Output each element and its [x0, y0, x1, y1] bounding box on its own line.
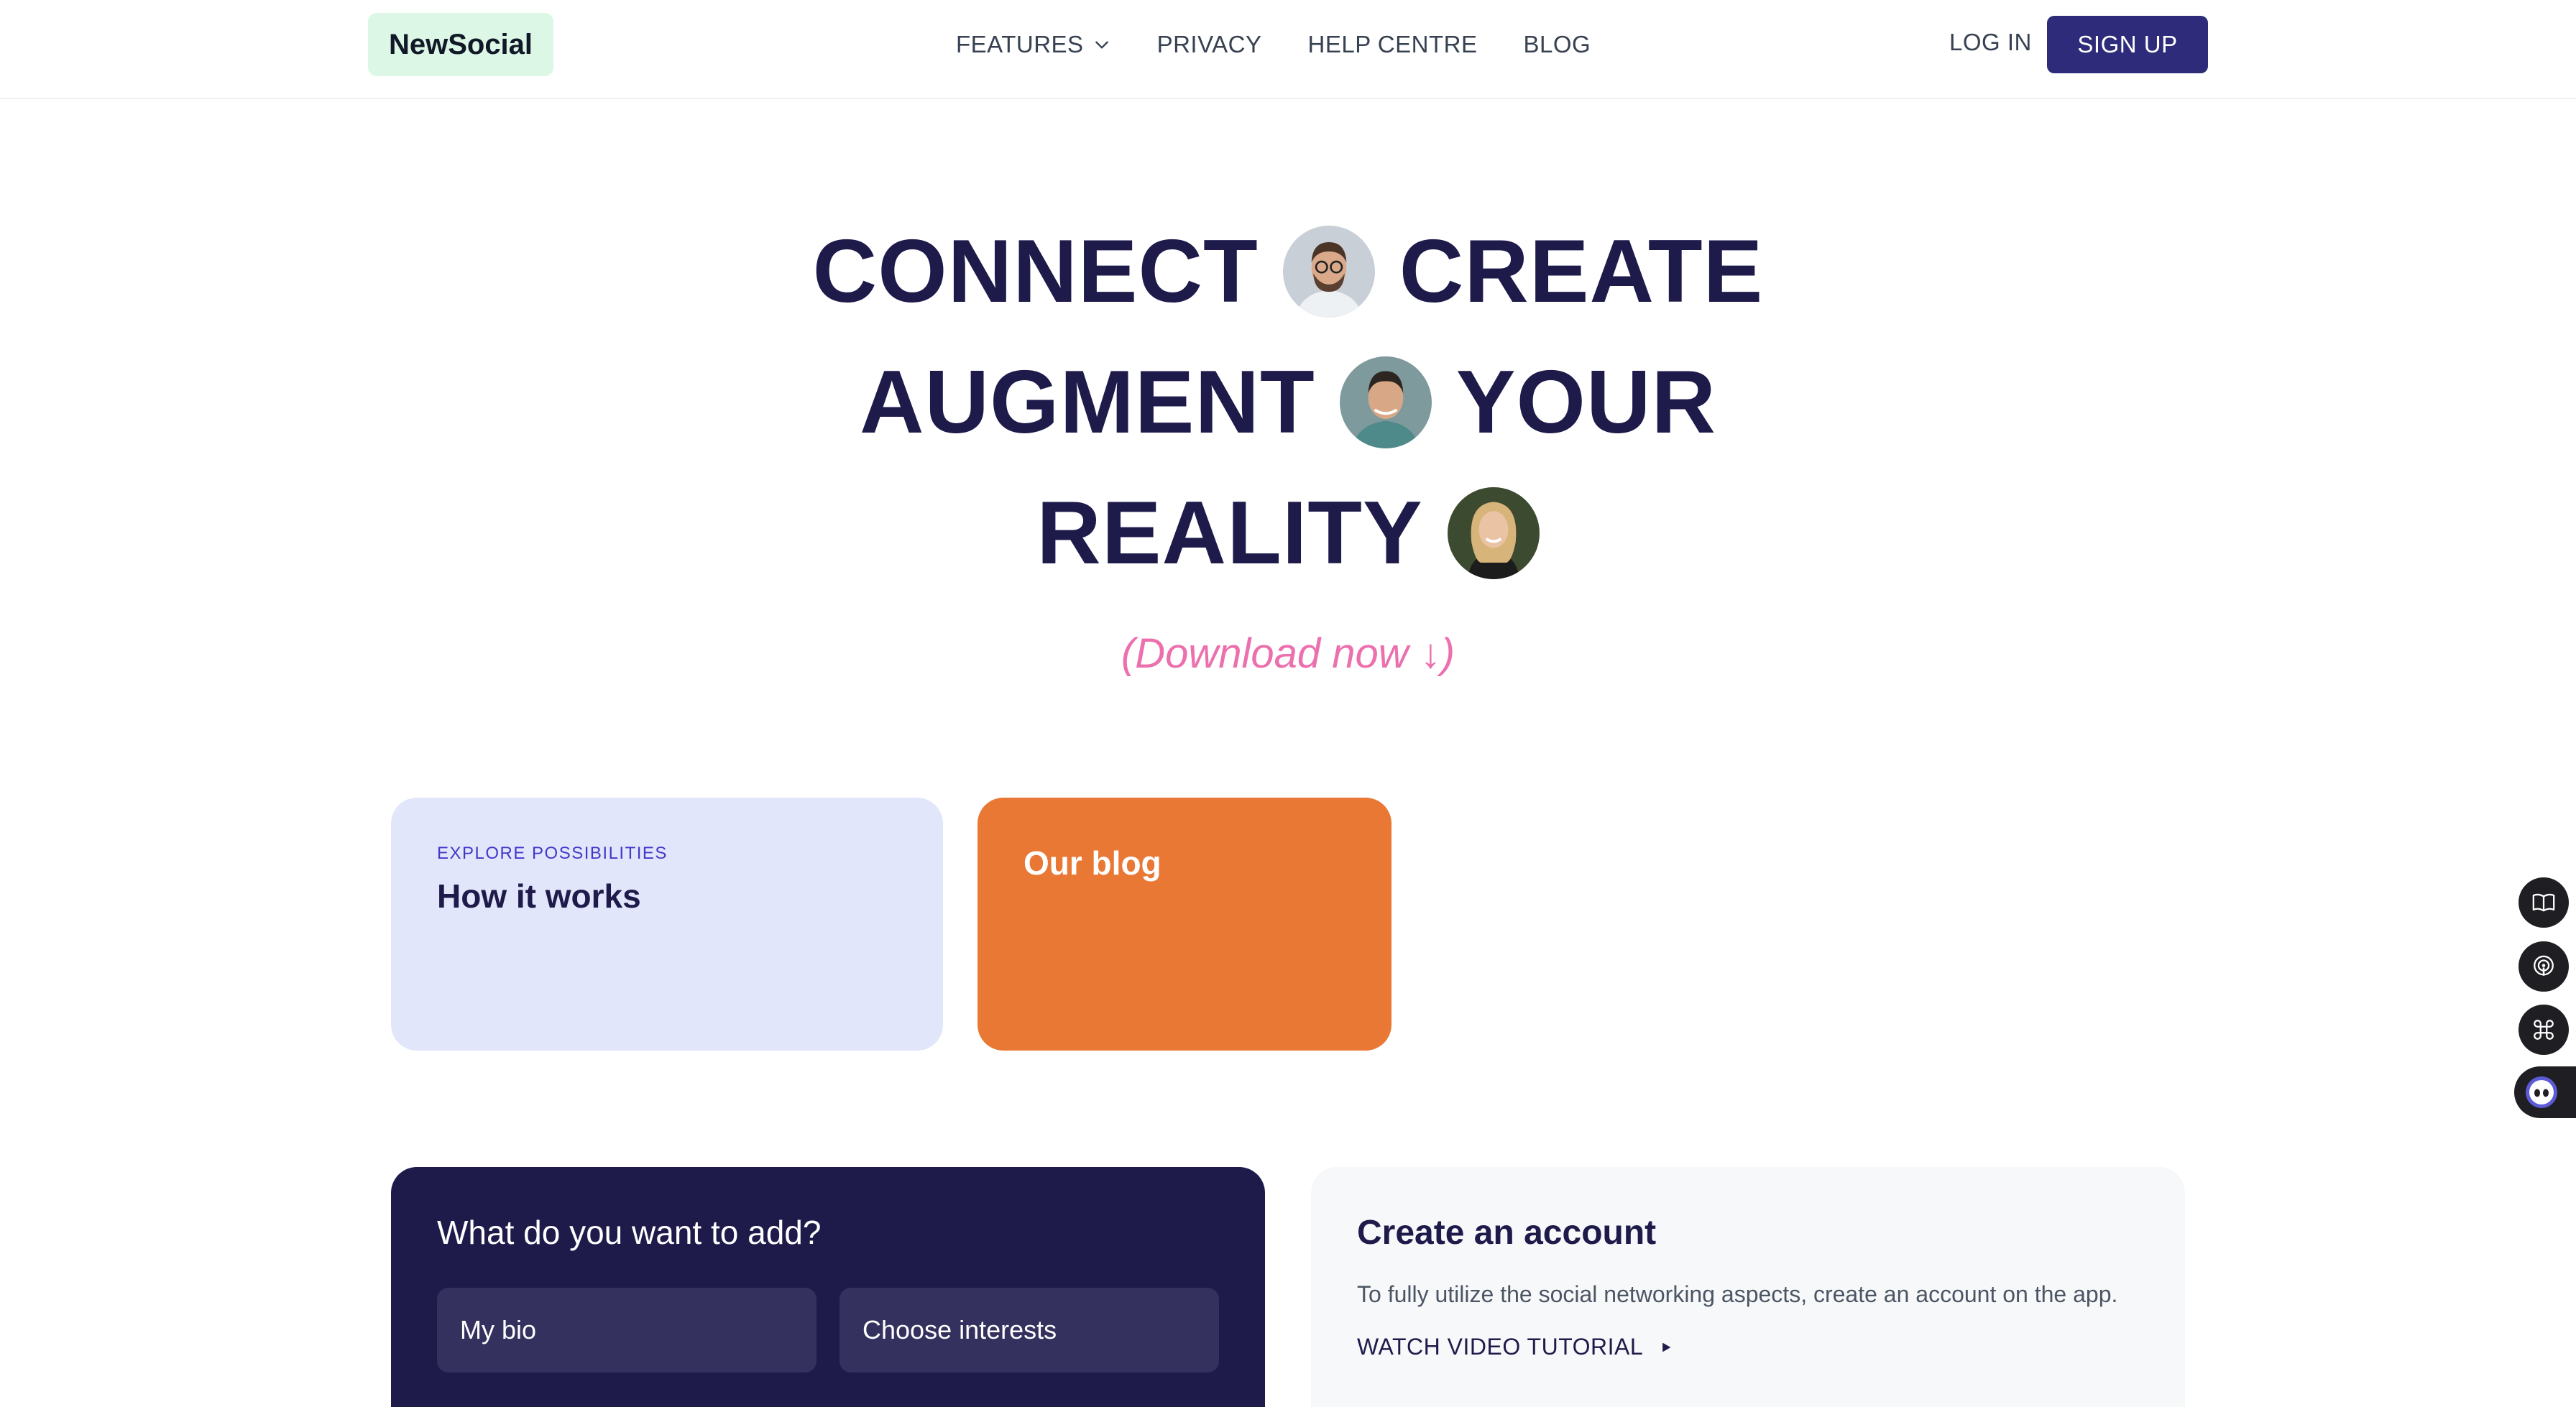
book-icon — [2532, 893, 2555, 912]
login-link[interactable]: LOG IN — [1949, 29, 2032, 56]
our-blog-card[interactable]: Our blog — [978, 798, 1392, 1051]
hero-line-2: AUGMENT YOUR — [0, 352, 2576, 453]
chevron-down-icon — [1095, 41, 1108, 49]
add-options: My bio Choose interests — [437, 1288, 1219, 1373]
side-book-button[interactable] — [2518, 877, 2569, 928]
side-podcast-button[interactable] — [2518, 941, 2569, 992]
download-link[interactable]: (Download now ↓) — [0, 629, 2576, 678]
hero-line-1: CONNECT CREATE — [0, 221, 2576, 322]
create-account-description: To fully utilize the social networking a… — [1357, 1281, 2118, 1307]
watch-video-label: WATCH VIDEO TUTORIAL — [1357, 1334, 1644, 1360]
nav-features-label: FEATURES — [956, 31, 1084, 57]
our-blog-title: Our blog — [1024, 844, 1162, 882]
brand-logo[interactable]: NewSocial — [368, 13, 553, 76]
nav-help-centre[interactable]: HELP CENTRE — [1308, 31, 1478, 58]
podcast-icon — [2534, 955, 2554, 976]
nav-blog[interactable]: BLOG — [1523, 31, 1591, 58]
avatar-man-smiling — [1339, 356, 1432, 448]
top-navigation: NewSocial FEATURES PRIVACY HELP CENTRE B… — [0, 0, 2576, 99]
hero-word-reality: REALITY — [1036, 484, 1423, 583]
create-account-panel: Create an account To fully utilize the s… — [1311, 1167, 2185, 1407]
add-panel: What do you want to add? My bio Choose i… — [391, 1167, 1265, 1407]
option-my-bio[interactable]: My bio — [437, 1288, 816, 1373]
hero-word-connect: CONNECT — [812, 222, 1259, 321]
hero-word-create: CREATE — [1399, 222, 1764, 321]
create-account-title: Create an account — [1357, 1214, 1657, 1252]
avatar-woman-blonde — [1447, 487, 1540, 579]
avatar-man-glasses — [1282, 226, 1375, 318]
how-it-works-title: How it works — [437, 877, 641, 915]
side-assistant-tab[interactable] — [2514, 1066, 2576, 1118]
hero-word-augment: AUGMENT — [859, 353, 1315, 452]
assistant-icon — [2526, 1076, 2557, 1108]
how-it-works-card[interactable]: EXPLORE POSSIBILITIES How it works — [391, 798, 943, 1051]
how-it-works-eyebrow: EXPLORE POSSIBILITIES — [437, 844, 668, 863]
play-icon — [1662, 1342, 1671, 1352]
watch-video-tutorial-link[interactable]: WATCH VIDEO TUTORIAL — [1357, 1334, 2139, 1360]
hero-word-your: YOUR — [1455, 353, 1717, 452]
signup-button[interactable]: SIGN UP — [2047, 16, 2208, 73]
command-icon — [2534, 1020, 2554, 1040]
add-panel-title: What do you want to add? — [437, 1214, 822, 1251]
hero-line-3: REALITY — [0, 483, 2576, 583]
nav-features[interactable]: FEATURES — [956, 31, 1111, 58]
option-choose-interests[interactable]: Choose interests — [840, 1288, 1219, 1373]
nav-privacy[interactable]: PRIVACY — [1157, 31, 1262, 58]
main-menu: FEATURES PRIVACY HELP CENTRE BLOG — [956, 27, 1591, 62]
side-command-button[interactable] — [2518, 1005, 2569, 1055]
